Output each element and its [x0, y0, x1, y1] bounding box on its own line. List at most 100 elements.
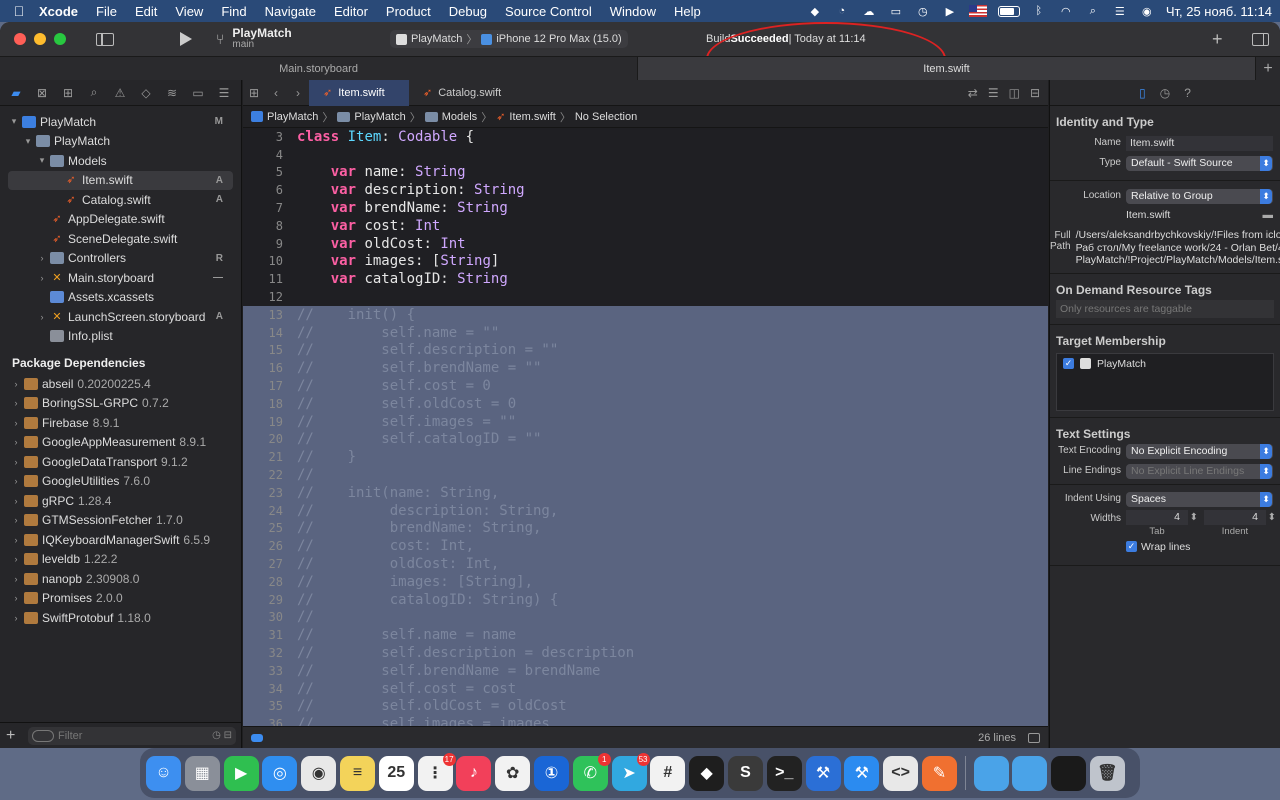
chevron-down-icon[interactable]: ▾ [36, 155, 48, 166]
time-machine-icon[interactable]: ◷ [915, 4, 931, 18]
search-icon[interactable]: ⌕ [1085, 4, 1101, 18]
code-line[interactable]: 17 // self.cost = 0 [243, 377, 1048, 395]
code-line[interactable]: 5 var name: String [243, 164, 1048, 182]
tree-row[interactable]: ➶ Catalog.swift A [0, 190, 241, 210]
wrap-lines-checkbox[interactable]: ✓ [1126, 541, 1137, 553]
chevron-right-icon[interactable]: › [10, 574, 22, 584]
folder-icon[interactable] [973, 755, 1009, 791]
menu-source-control[interactable]: Source Control [496, 4, 601, 19]
chevron-right-icon[interactable]: › [10, 554, 22, 564]
close-window-button[interactable] [14, 33, 26, 45]
package-row[interactable]: › abseil 0.20200225.4 [0, 374, 241, 394]
package-row[interactable]: › leveldb 1.22.2 [0, 550, 241, 570]
sublime-icon[interactable]: S [727, 755, 763, 791]
chevron-right-icon[interactable]: › [36, 312, 48, 322]
chevron-right-icon[interactable]: › [10, 613, 22, 623]
package-dependencies-header[interactable]: Package Dependencies [0, 352, 241, 374]
indent-width-value[interactable]: 4 [1204, 509, 1276, 525]
indent-using-popup[interactable]: Spaces [1126, 491, 1273, 507]
chevron-right-icon[interactable]: › [10, 476, 22, 486]
window-icon[interactable] [1051, 755, 1087, 791]
code-line[interactable]: 15 // self.description = "" [243, 341, 1048, 360]
chevron-down-icon[interactable]: ▾ [8, 116, 20, 127]
tree-row[interactable]: Info.plist [0, 327, 241, 347]
window-tab-main-storyboard[interactable]: Main.storyboard [0, 57, 638, 80]
back-icon[interactable]: ‹ [265, 86, 287, 100]
code-line[interactable]: 18 // self.oldCost = 0 [243, 394, 1048, 413]
minimize-window-button[interactable] [34, 33, 46, 45]
code-line[interactable]: 28 // images: [String], [243, 572, 1048, 591]
code-line[interactable]: 36 // self.images = images [243, 715, 1048, 726]
editor-tab-catalog-swift[interactable]: ➶ Catalog.swift [409, 80, 515, 106]
code-line[interactable]: 10 var images: [String] [243, 253, 1048, 271]
toggle-navigator-button[interactable] [96, 32, 114, 46]
editor-tab-item-swift[interactable]: ➶ Item.swift [309, 79, 409, 106]
tree-row[interactable]: ➶ Item.swift A [8, 170, 233, 190]
tree-row[interactable]: › ✕ Main.storyboard — [0, 268, 241, 288]
editor-options-icon[interactable]: ☰ [988, 86, 999, 100]
package-row[interactable]: › gRPC 1.28.4 [0, 491, 241, 511]
indent-width-stepper[interactable]: 4 Indent [1204, 509, 1276, 537]
chevron-down-icon[interactable]: ▾ [22, 136, 34, 147]
code-line[interactable]: 21 // } [243, 448, 1048, 467]
code-line[interactable]: 16 // self.brendName = "" [243, 359, 1048, 378]
us-flag-icon[interactable] [968, 5, 987, 17]
code-line[interactable]: 19 // self.images = "" [243, 412, 1048, 431]
photos-icon[interactable]: ✿ [495, 755, 531, 791]
xcode-icon[interactable]: ⚒ [844, 755, 880, 791]
code-line[interactable]: 12 [243, 288, 1048, 306]
issue-navigator-icon[interactable]: ⚠ [111, 84, 129, 102]
tree-row[interactable]: ➶ AppDelegate.swift [0, 210, 241, 230]
code-line[interactable]: 7 var brendName: String [243, 199, 1048, 217]
menu-window[interactable]: Window [601, 4, 665, 19]
location-popup[interactable]: Relative to Group [1126, 189, 1273, 204]
code-line[interactable]: 4 [243, 146, 1048, 164]
code-line[interactable]: 25 // brendName: String, [243, 519, 1048, 538]
chevron-right-icon[interactable]: › [10, 593, 22, 603]
menu-product[interactable]: Product [377, 4, 440, 19]
code-line[interactable]: 23 // init(name: String, [243, 483, 1048, 502]
chevron-right-icon[interactable]: › [10, 398, 22, 408]
add-file-icon[interactable]: + [6, 727, 24, 745]
play-icon[interactable]: ▶ [942, 4, 958, 18]
tree-row[interactable]: Assets.xcassets [0, 288, 241, 308]
chrome-icon[interactable]: ◉ [301, 755, 337, 791]
source-control-navigator-icon[interactable]: ⊠ [33, 84, 51, 102]
package-row[interactable]: › Promises 2.0.0 [0, 589, 241, 609]
bear-icon[interactable]: ◔ [834, 4, 850, 18]
chevron-right-icon[interactable]: › [10, 496, 22, 506]
code-line[interactable]: 3 class Item: Codable { [243, 128, 1048, 146]
run-button[interactable] [180, 32, 192, 46]
chevron-right-icon[interactable]: › [36, 273, 48, 283]
find-navigator-icon[interactable]: ⌕ [85, 84, 103, 102]
filter-input[interactable]: Filter ◷ ⊟ [28, 726, 236, 745]
jumpbar-item[interactable]: Models [442, 111, 477, 123]
code-line[interactable]: 9 var oldCost: Int [243, 235, 1048, 253]
refresh-icon[interactable]: ⇄ [968, 86, 978, 100]
filter-options-icon[interactable] [32, 729, 54, 742]
text-encoding-popup[interactable]: No Explicit Encoding [1126, 443, 1273, 459]
forward-icon[interactable]: › [287, 86, 309, 100]
adjust-editor-icon[interactable]: ◫ [1009, 86, 1020, 100]
dropbox-icon[interactable]: ◆ [807, 4, 823, 18]
finder-icon[interactable]: ☺ [146, 755, 181, 791]
cloud-icon[interactable]: ☁ [861, 4, 877, 18]
package-row[interactable]: › GoogleDataTransport 9.1.2 [0, 452, 241, 472]
code-line[interactable]: 6 var description: String [243, 181, 1048, 199]
tree-row[interactable]: ➶ SceneDelegate.swift [0, 229, 241, 249]
code-line[interactable]: 13 // init() { [243, 305, 1048, 324]
project-navigator-icon[interactable]: ▰ [7, 84, 25, 102]
menu-file[interactable]: File [87, 4, 126, 19]
quick-help-icon[interactable]: ? [1184, 86, 1191, 100]
code-line[interactable]: 20 // self.catalogID = "" [243, 430, 1048, 449]
code-area[interactable]: 3 class Item: Codable {4 5 var name: Strin… [243, 128, 1048, 726]
siri-icon[interactable]: ◉ [1139, 4, 1155, 18]
figma-icon[interactable]: ◆ [689, 755, 725, 791]
chevron-right-icon[interactable]: › [10, 379, 22, 389]
menu-navigate[interactable]: Navigate [256, 4, 325, 19]
package-row[interactable]: › GoogleAppMeasurement 8.9.1 [0, 433, 241, 453]
menu-editor[interactable]: Editor [325, 4, 377, 19]
chevron-right-icon[interactable]: › [10, 418, 22, 428]
code-line[interactable]: 31 // self.name = name [243, 626, 1048, 645]
history-inspector-icon[interactable]: ◷ [1160, 86, 1170, 100]
